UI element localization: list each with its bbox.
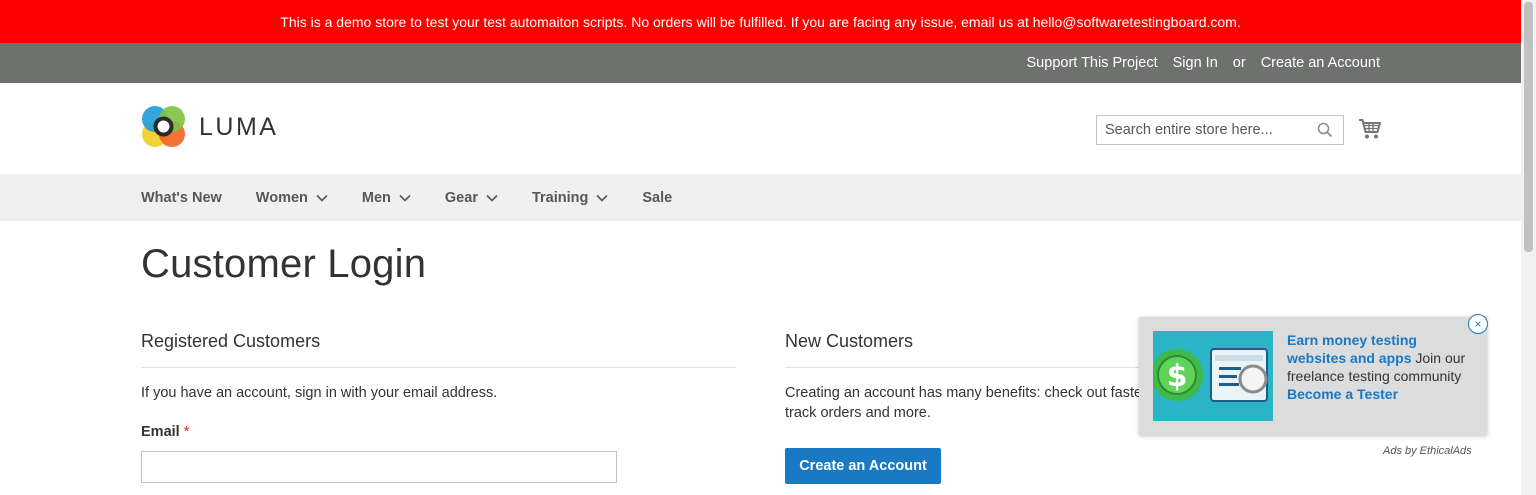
nav-item-label: What's New — [141, 189, 222, 206]
ethical-ad: $ Earn money testing websites and apps J… — [1139, 317, 1487, 435]
section-divider — [785, 367, 1140, 368]
new-customers-text-line2: track orders and more. — [785, 405, 931, 421]
site-header: LUMA — [0, 83, 1521, 174]
svg-text:$: $ — [1167, 359, 1188, 394]
nav-item-label: Men — [361, 189, 391, 206]
required-mark: * — [183, 424, 190, 440]
logo[interactable]: LUMA — [141, 105, 278, 149]
ad-link[interactable]: Earn money testing websites and apps — [1287, 332, 1417, 366]
ad-attribution[interactable]: Ads by EthicalAds — [1383, 445, 1472, 457]
new-customers-text-line1: Creating an account has many benefits: c… — [785, 385, 1143, 401]
nav-item-label: Gear — [444, 189, 478, 206]
nav-item-label: Training — [531, 189, 589, 206]
nav-item-men[interactable]: Men — [362, 190, 411, 206]
chevron-down-icon — [596, 194, 608, 202]
nav-item-label: Women — [255, 189, 308, 206]
create-account-button[interactable]: Create an Account — [785, 448, 941, 484]
logo-text: LUMA — [199, 112, 279, 141]
nav-item-label: Sale — [642, 189, 673, 206]
nav-item-gear[interactable]: Gear — [445, 190, 498, 206]
nav-item-sale[interactable]: Sale — [642, 190, 672, 206]
chevron-down-icon — [316, 194, 328, 202]
sign-in-link[interactable]: Sign In — [1173, 55, 1218, 71]
demo-notice-bar: This is a demo store to test your test a… — [0, 0, 1521, 43]
or-text: or — [1232, 55, 1246, 71]
registered-intro-text: If you have an account, sign in with you… — [141, 385, 498, 401]
ad-cta-link[interactable]: Become a Tester — [1287, 386, 1398, 402]
new-customers-title: New Customers — [785, 331, 914, 351]
registered-customers-title: Registered Customers — [141, 331, 321, 351]
chevron-down-icon — [399, 194, 411, 202]
page-title: Customer Login — [141, 242, 427, 286]
ad-image[interactable]: $ — [1153, 331, 1273, 421]
support-project-link[interactable]: Support This Project — [1027, 55, 1158, 71]
header-links: Support This Project Sign In or Create a… — [1027, 43, 1380, 83]
nav-item-women[interactable]: Women — [256, 190, 328, 206]
new-customers-text: Creating an account has many benefits: c… — [785, 383, 1142, 423]
ad-text: Earn money testing websites and apps Joi… — [1287, 331, 1477, 403]
vertical-scrollbar[interactable] — [1521, 0, 1536, 495]
email-label: Email * — [141, 424, 189, 440]
search-input[interactable] — [1097, 116, 1315, 144]
section-divider — [141, 367, 736, 368]
chevron-down-icon — [486, 194, 498, 202]
cart-icon[interactable] — [1358, 118, 1382, 140]
search-box — [1096, 115, 1344, 145]
scrollbar-thumb[interactable] — [1524, 2, 1533, 252]
ad-close-icon[interactable]: × — [1468, 314, 1488, 334]
email-field[interactable] — [141, 451, 617, 483]
nav-item-training[interactable]: Training — [532, 190, 608, 206]
main-navigation: What's New Women Men Gear Training Sale — [0, 174, 1521, 221]
demo-notice-text: This is a demo store to test your test a… — [280, 13, 1241, 30]
nav-item-whats-new[interactable]: What's New — [141, 190, 222, 206]
luma-logo-icon — [142, 106, 185, 147]
panel-header: Support This Project Sign In or Create a… — [0, 43, 1521, 83]
email-label-text: Email — [141, 424, 180, 440]
search-icon[interactable] — [1317, 122, 1333, 138]
create-account-link[interactable]: Create an Account — [1261, 55, 1380, 71]
